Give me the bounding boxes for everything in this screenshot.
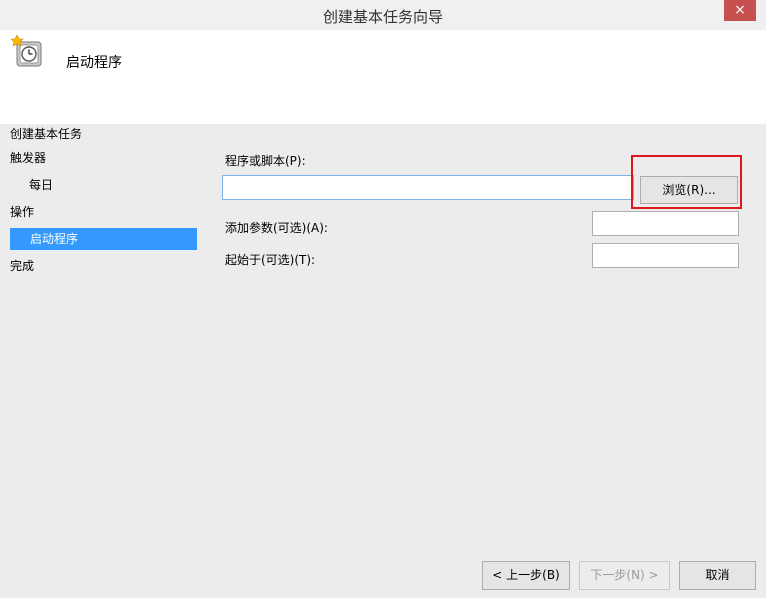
wizard-header: 启动程序 [0, 30, 766, 124]
program-input[interactable] [222, 175, 634, 200]
close-button[interactable]: × [724, 0, 756, 21]
step-create-basic-task[interactable]: 创建基本任务 [10, 123, 82, 145]
step-trigger[interactable]: 触发器 [10, 147, 46, 169]
args-label: 添加参数(可选)(A): [225, 221, 328, 235]
step-finish[interactable]: 完成 [10, 255, 34, 277]
browse-highlight-box [631, 155, 742, 209]
args-input[interactable] [592, 211, 739, 236]
step-daily[interactable]: 每日 [29, 174, 53, 196]
program-label: 程序或脚本(P): [225, 154, 306, 168]
close-icon: × [734, 2, 746, 18]
title-bar: 创建基本任务向导 × [0, 0, 766, 30]
step-action[interactable]: 操作 [10, 201, 34, 223]
start-in-input[interactable] [592, 243, 739, 268]
back-button[interactable]: < 上一步(B) [482, 561, 570, 590]
window-title: 创建基本任务向导 [322, 8, 443, 26]
next-button[interactable]: 下一步(N) > [579, 561, 670, 590]
step-start-program[interactable]: 启动程序 [10, 228, 197, 250]
cancel-button[interactable]: 取消 [679, 561, 756, 590]
clock-task-icon [11, 35, 42, 67]
start-in-label: 起始于(可选)(T): [225, 253, 316, 267]
page-title: 启动程序 [66, 55, 122, 71]
